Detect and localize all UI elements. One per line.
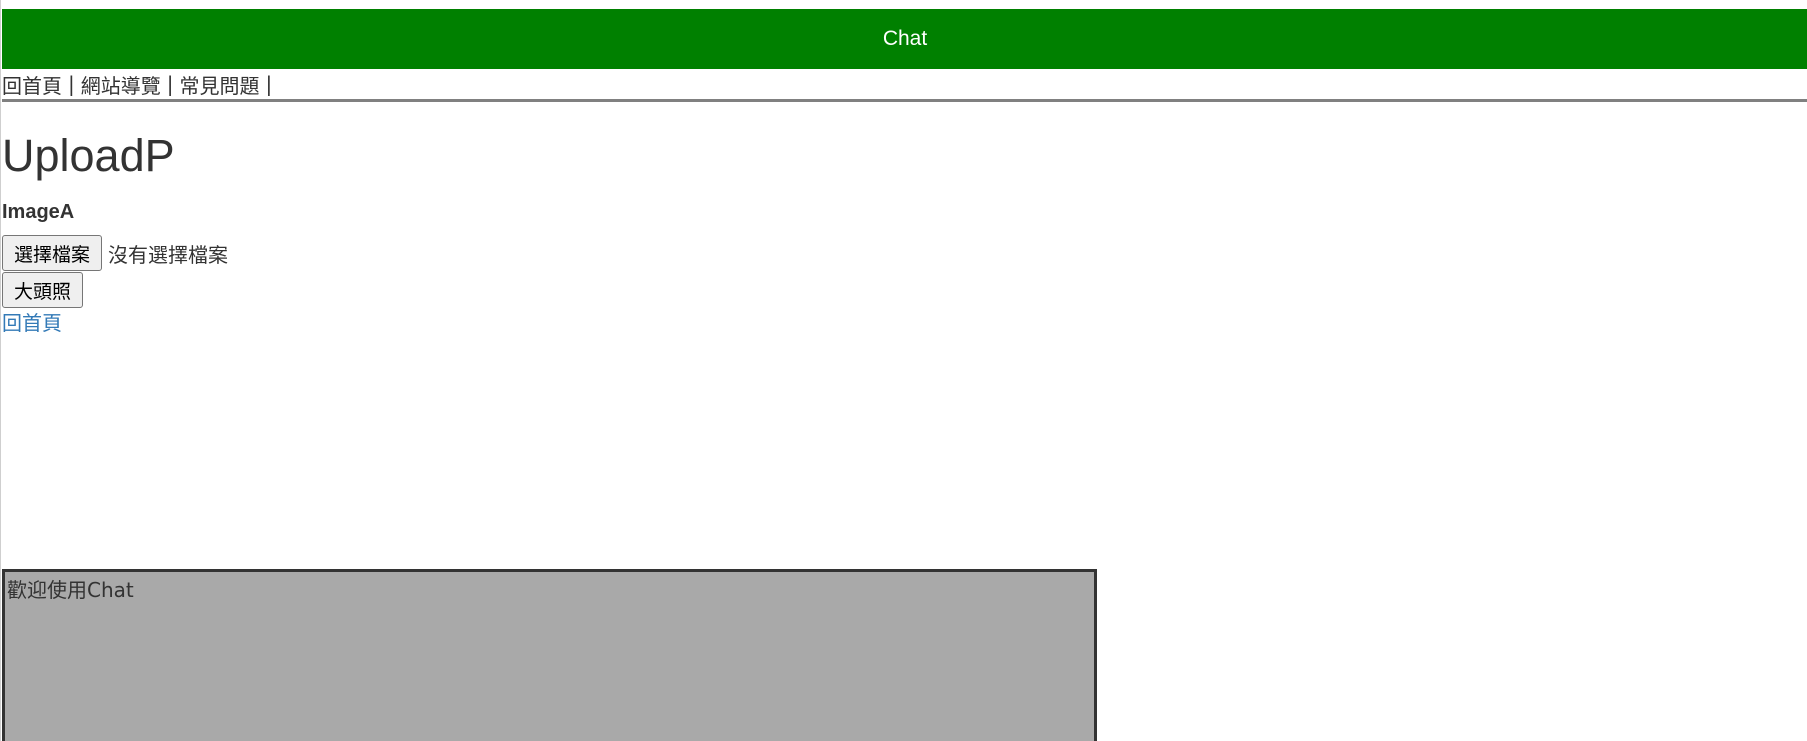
nav-item-home[interactable]: 回首頁 xyxy=(2,70,62,99)
header-bar: Chat xyxy=(2,9,1807,69)
nav-item-faq[interactable]: 常見問題 xyxy=(180,70,260,99)
submit-avatar-button[interactable]: 大頭照 xyxy=(2,272,84,308)
page-title: UploadP xyxy=(2,130,175,181)
nav-separator: | xyxy=(68,72,75,96)
submit-row: 大頭照 xyxy=(2,272,84,309)
file-status-text: 沒有選擇檔案 xyxy=(108,242,229,267)
image-field-label: ImageA xyxy=(2,201,75,223)
nav-item-sitemap[interactable]: 網站導覽 xyxy=(81,70,161,99)
nav-separator: | xyxy=(166,72,174,96)
header-title: Chat xyxy=(882,27,928,50)
back-home-link[interactable]: 回首頁 xyxy=(2,310,62,336)
chat-welcome-text: 歡迎使用Chat xyxy=(7,578,134,602)
chat-panel: 歡迎使用Chat xyxy=(2,569,1097,741)
nav-divider xyxy=(2,99,1807,102)
nav-bar: 回首頁 | 網站導覽 | 常見問題 | xyxy=(2,70,278,98)
page: Chat 回首頁 | 網站導覽 | 常見問題 | UploadP ImageA … xyxy=(0,0,1807,741)
file-input: 選擇檔案 沒有選擇檔案 xyxy=(2,235,228,271)
nav-separator: | xyxy=(265,72,273,96)
choose-file-button[interactable]: 選擇檔案 xyxy=(2,235,103,271)
